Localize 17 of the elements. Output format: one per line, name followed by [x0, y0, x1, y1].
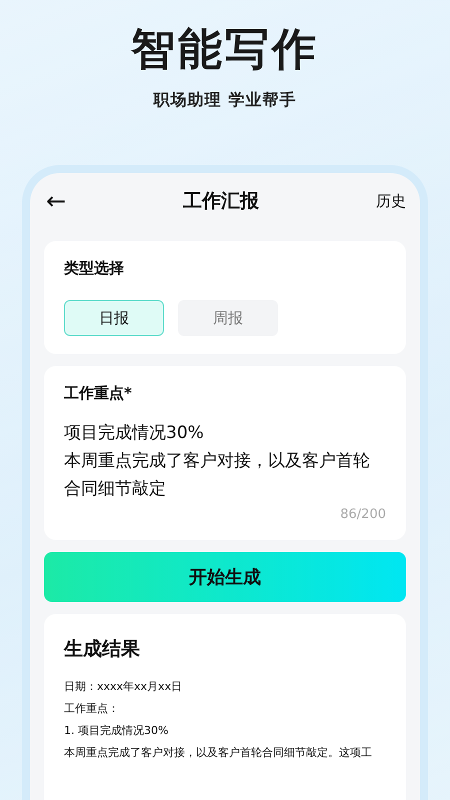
page-title: 工作汇报 — [183, 189, 260, 214]
type-option[interactable]: 日报 — [64, 300, 164, 336]
character-counter: 86/200 — [339, 507, 386, 522]
field-label: 工作重点* — [64, 384, 133, 403]
back-button[interactable]: ← — [46, 187, 66, 215]
result-line: 1. 项目完成情况30% — [64, 723, 168, 739]
result-line: 工作重点： — [64, 701, 119, 717]
generate-button[interactable]: 开始生成 — [44, 552, 406, 602]
type-option[interactable]: 周报 — [178, 300, 278, 336]
tagline: 职场助理 学业帮手 — [154, 90, 296, 111]
history-button[interactable]: 历史 — [376, 192, 406, 210]
result-line: 本周重点完成了客户对接，以及客户首轮合同细节敲定。这项工 — [64, 745, 372, 761]
section-label: 类型选择 — [64, 259, 125, 278]
input-field[interactable]: 工作重点* 项目完成情况30% 本周重点完成了客户对接，以及客户首轮合同细节敲定 86/200 — [44, 366, 406, 540]
headline: 智能写作 — [131, 24, 319, 76]
result-title: 生成结果 — [64, 637, 141, 662]
result-line: 日期：xxxx年xx月xx日 — [64, 679, 182, 695]
